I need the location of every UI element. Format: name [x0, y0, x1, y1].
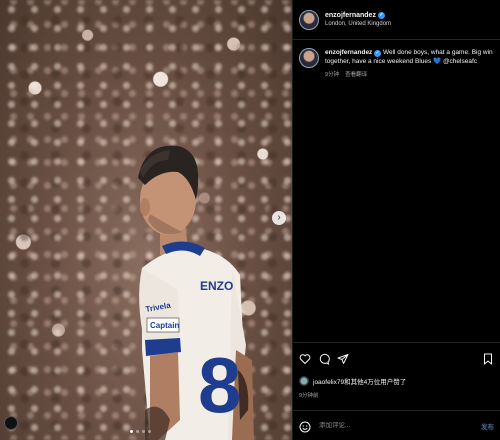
- carousel-dots: [130, 430, 151, 433]
- likes-row: joaofelix79和其他4万位用户赞了: [299, 376, 406, 386]
- post-comment-button[interactable]: 发布: [481, 421, 494, 431]
- carousel-dot: [136, 430, 139, 433]
- post-time: 9分钟前: [299, 393, 319, 399]
- comment-icon[interactable]: [318, 353, 330, 365]
- captain-armband-text: Captain: [150, 321, 179, 330]
- heart-icon[interactable]: [299, 353, 311, 365]
- tagged-user-icon[interactable]: [4, 416, 18, 430]
- caption-meta: 9分钟 查看翻译: [325, 70, 494, 78]
- emoji-icon[interactable]: [299, 420, 311, 432]
- comment-bar: 发布: [293, 410, 500, 440]
- translate-link[interactable]: 查看翻译: [345, 70, 367, 78]
- carousel-dot-active: [130, 430, 133, 433]
- post-header: enzojfernandez ✓ London, United Kingdom: [293, 0, 500, 40]
- likes-text[interactable]: joaofelix79和其他4万位用户赞了: [313, 376, 406, 386]
- caption-block: enzojfernandez ✓ Well done boys, what a …: [293, 40, 500, 86]
- header-username[interactable]: enzojfernandez: [325, 12, 376, 19]
- jersey-name: ENZO: [200, 279, 233, 293]
- verified-icon: ✓: [374, 50, 382, 57]
- carousel-dot: [142, 430, 145, 433]
- bookmark-icon[interactable]: [482, 353, 494, 365]
- liker-avatar[interactable]: [299, 376, 309, 386]
- share-icon[interactable]: [337, 353, 349, 365]
- post-photo[interactable]: Captain Trivela ENZO 8 ›: [0, 0, 292, 440]
- jersey-number: 8: [198, 341, 241, 429]
- comment-input[interactable]: [319, 422, 481, 429]
- header-username-row: enzojfernandez ✓: [325, 12, 391, 19]
- action-bar: [293, 342, 500, 374]
- verified-icon: ✓: [377, 12, 385, 19]
- caption-username[interactable]: enzojfernandez: [325, 49, 372, 56]
- caption-avatar[interactable]: [299, 48, 319, 68]
- location-link[interactable]: London, United Kingdom: [325, 21, 391, 27]
- caption-time: 9分钟: [325, 72, 340, 78]
- post-sidebar: enzojfernandez ✓ London, United Kingdom …: [292, 0, 500, 440]
- avatar[interactable]: [299, 9, 319, 30]
- caption-text-block: enzojfernandez ✓ Well done boys, what a …: [325, 48, 494, 66]
- chevron-right-icon[interactable]: ›: [272, 211, 286, 225]
- carousel-dot: [148, 430, 151, 433]
- player-figure: Captain Trivela ENZO 8: [138, 145, 254, 440]
